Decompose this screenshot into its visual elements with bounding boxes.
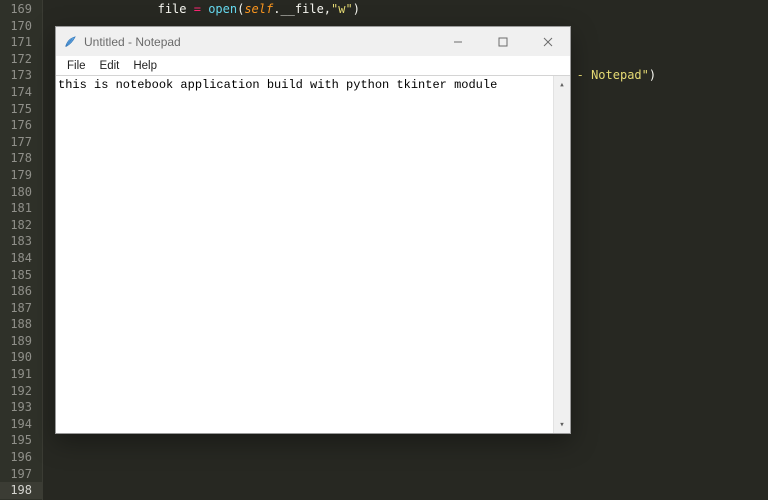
menubar: File Edit Help	[56, 56, 570, 76]
line-number: 184	[0, 250, 42, 267]
line-number: 187	[0, 300, 42, 317]
text-area[interactable]: this is notebook application build with …	[56, 76, 570, 433]
line-number: 170	[0, 18, 42, 35]
line-number: 177	[0, 134, 42, 151]
close-button[interactable]	[525, 27, 570, 56]
line-number: 185	[0, 267, 42, 284]
line-number: 173	[0, 67, 42, 84]
line-number: 192	[0, 383, 42, 400]
code-line	[42, 482, 768, 499]
scroll-up-icon[interactable]: ▴	[554, 76, 570, 93]
titlebar[interactable]: Untitled - Notepad	[56, 27, 570, 56]
line-number-gutter: 1691701711721731741751761771781791801811…	[0, 0, 42, 500]
line-number: 172	[0, 51, 42, 68]
code-line: file = open(self.__file,"w")	[42, 1, 768, 18]
notepad-window: Untitled - Notepad File Edit Help this i…	[55, 26, 571, 434]
line-number: 196	[0, 449, 42, 466]
line-number: 175	[0, 101, 42, 118]
line-number: 197	[0, 466, 42, 483]
gutter-border	[42, 0, 43, 500]
menu-help[interactable]: Help	[126, 56, 164, 75]
menu-edit[interactable]: Edit	[93, 56, 127, 75]
feather-icon	[62, 34, 78, 50]
scroll-down-icon[interactable]: ▾	[554, 416, 570, 433]
code-line	[42, 432, 768, 449]
line-number: 195	[0, 432, 42, 449]
line-number: 189	[0, 333, 42, 350]
maximize-button[interactable]	[480, 27, 525, 56]
line-number: 198	[0, 482, 42, 499]
line-number: 186	[0, 283, 42, 300]
line-number: 181	[0, 200, 42, 217]
line-number: 193	[0, 399, 42, 416]
line-number: 176	[0, 117, 42, 134]
code-line	[42, 449, 768, 466]
vertical-scrollbar[interactable]: ▴ ▾	[553, 76, 570, 433]
code-line	[42, 466, 768, 483]
line-number: 183	[0, 233, 42, 250]
line-number: 174	[0, 84, 42, 101]
line-number: 179	[0, 167, 42, 184]
line-number: 171	[0, 34, 42, 51]
line-number: 191	[0, 366, 42, 383]
menu-file[interactable]: File	[60, 56, 93, 75]
line-number: 178	[0, 150, 42, 167]
line-number: 169	[0, 1, 42, 18]
window-controls	[435, 27, 570, 56]
minimize-button[interactable]	[435, 27, 480, 56]
line-number: 194	[0, 416, 42, 433]
line-number: 190	[0, 349, 42, 366]
line-number: 182	[0, 217, 42, 234]
line-number: 180	[0, 184, 42, 201]
window-title: Untitled - Notepad	[84, 35, 181, 49]
text-content: this is notebook application build with …	[58, 78, 497, 92]
line-number: 188	[0, 316, 42, 333]
